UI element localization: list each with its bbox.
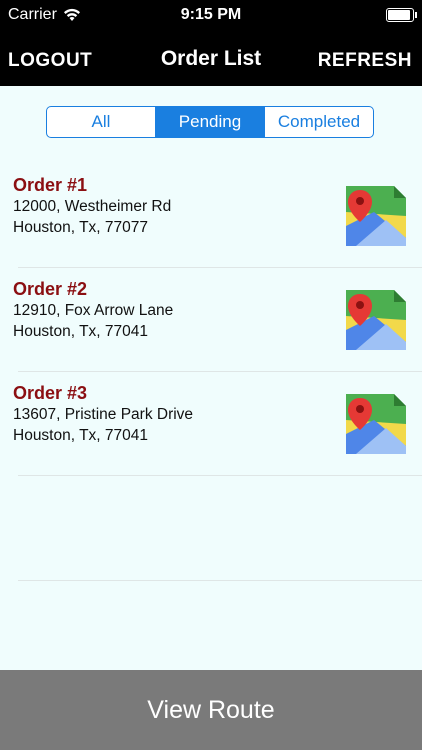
refresh-button[interactable]: REFRESH [318,50,412,72]
tab-completed[interactable]: Completed [265,107,373,137]
order-filter-segmented-control: All Pending Completed [46,106,374,138]
order-list: Order #1 12000, Westheimer Rd Houston, T… [0,164,422,476]
navigation-bar: LOGOUT Order List REFRESH [0,30,422,86]
maps-pin-icon[interactable] [346,290,406,350]
status-bar: Carrier 9:15 PM [0,0,422,30]
tab-all[interactable]: All [47,107,156,137]
order-row-3[interactable]: Order #3 13607, Pristine Park Drive Hous… [0,372,422,476]
order-row-2[interactable]: Order #2 12910, Fox Arrow Lane Houston, … [0,268,422,372]
maps-pin-icon[interactable] [346,394,406,454]
order-city: Houston, Tx, 77077 [13,219,148,236]
tab-pending[interactable]: Pending [156,107,265,137]
view-route-button[interactable]: View Route [0,670,422,750]
status-time: 9:15 PM [180,6,242,23]
order-title: Order #2 [13,279,88,299]
order-address: 12000, Westheimer Rd [13,198,172,215]
battery-icon [386,8,417,22]
order-city: Houston, Tx, 77041 [13,323,148,340]
maps-pin-icon[interactable] [346,186,406,246]
order-row-1[interactable]: Order #1 12000, Westheimer Rd Houston, T… [0,164,422,268]
row-divider [18,580,422,581]
order-title: Order #1 [13,175,88,195]
order-address: 13607, Pristine Park Drive [13,406,194,423]
order-title: Order #3 [13,383,88,403]
row-divider [18,475,422,476]
order-address: 12910, Fox Arrow Lane [13,302,174,319]
order-city: Houston, Tx, 77041 [13,427,148,444]
